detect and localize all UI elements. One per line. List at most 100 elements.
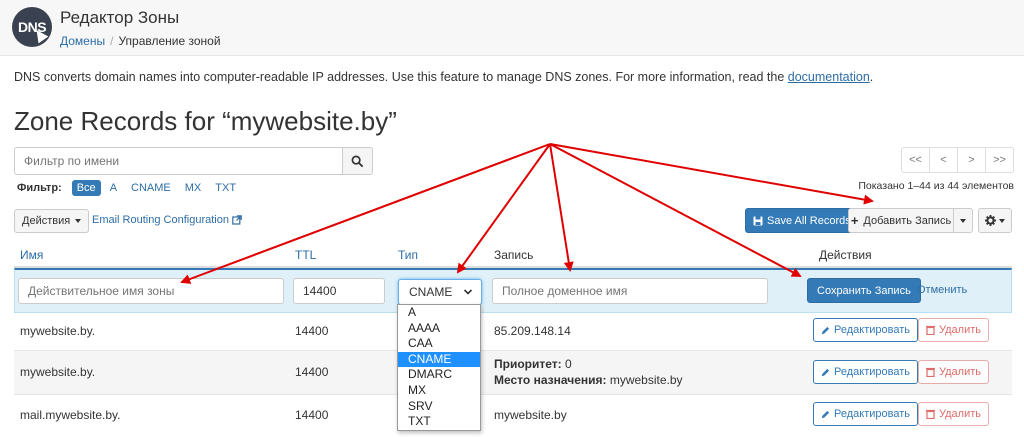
column-name-header[interactable]: Имя bbox=[20, 248, 43, 262]
zone-name-input[interactable] bbox=[18, 278, 284, 304]
top-bar: DNS Редактор Зоны Домены / Управление зоно… bbox=[0, 0, 1024, 56]
edit-button[interactable]: Редактировать bbox=[813, 360, 918, 384]
caret-down-icon bbox=[999, 218, 1005, 223]
table-row: mail.mywebsite.by. 14400 mywebsite.by Ре… bbox=[14, 395, 1012, 435]
record-ttl: 14400 bbox=[295, 365, 329, 379]
type-option-srv[interactable]: SRV bbox=[398, 399, 480, 415]
type-dropdown-list: A AAAA CAA CNAME DMARC MX SRV TXT bbox=[397, 304, 481, 431]
pencil-icon bbox=[821, 410, 830, 418]
record-value: mywebsite.by bbox=[494, 408, 567, 422]
documentation-link[interactable]: documentation bbox=[788, 70, 870, 84]
page-last-button[interactable]: >> bbox=[985, 147, 1014, 173]
annotation-arrow bbox=[549, 143, 874, 205]
description-text: DNS converts domain names into computer-… bbox=[14, 70, 788, 84]
record-destination: Место назначения: mywebsite.by bbox=[494, 373, 683, 387]
save-record-button[interactable]: Сохранить Запись bbox=[807, 278, 921, 303]
add-record-button[interactable]: + Добавить Запись bbox=[848, 208, 954, 233]
breadcrumb-domains-link[interactable]: Домены bbox=[60, 34, 105, 48]
dns-logo: DNS bbox=[12, 7, 52, 47]
breadcrumb-current: Управление зоной bbox=[118, 34, 221, 48]
column-actions-header: Действия bbox=[819, 248, 872, 262]
delete-button[interactable]: Удалить bbox=[918, 360, 989, 384]
type-option-caa[interactable]: CAA bbox=[398, 336, 480, 352]
actions-dropdown-button[interactable]: Действия bbox=[14, 209, 90, 233]
delete-label: Удалить bbox=[939, 408, 981, 420]
search-icon bbox=[351, 155, 364, 167]
delete-label: Удалить bbox=[939, 324, 981, 336]
page-title: Zone Records for “mywebsite.by” bbox=[14, 106, 397, 136]
page-prev-button[interactable]: < bbox=[929, 147, 958, 173]
type-filter-txt[interactable]: TXT bbox=[210, 180, 241, 196]
type-filter-cname[interactable]: CNAME bbox=[126, 180, 176, 196]
caret-down-icon bbox=[960, 218, 966, 223]
type-filter: Фильтр: Все A CNAME MX TXT bbox=[17, 180, 241, 196]
page-description: DNS converts domain names into computer-… bbox=[14, 70, 873, 84]
type-filter-all[interactable]: Все bbox=[71, 180, 101, 196]
type-option-aaaa[interactable]: AAAA bbox=[398, 321, 480, 337]
pencil-icon bbox=[821, 368, 830, 376]
priority-value: 0 bbox=[564, 357, 572, 371]
type-option-dmarc[interactable]: DMARC bbox=[398, 367, 480, 383]
pencil-icon bbox=[821, 326, 830, 334]
plus-icon: + bbox=[850, 213, 859, 228]
email-routing-link[interactable]: Email Routing Configuration bbox=[92, 214, 242, 226]
destination-value: mywebsite.by bbox=[609, 373, 683, 387]
column-type-header[interactable]: Тип bbox=[398, 248, 418, 262]
page-first-button[interactable]: << bbox=[901, 147, 930, 173]
new-record-row: CNAME Сохранить Запись Отменить bbox=[14, 268, 1012, 313]
app-title: Редактор Зоны bbox=[60, 8, 180, 27]
ttl-input[interactable] bbox=[293, 278, 385, 304]
type-filter-mx[interactable]: MX bbox=[180, 180, 207, 196]
type-option-txt[interactable]: TXT bbox=[398, 414, 480, 430]
type-select[interactable]: CNAME bbox=[398, 279, 482, 305]
record-name: mywebsite.by. bbox=[20, 365, 96, 379]
edit-button[interactable]: Редактировать bbox=[813, 318, 918, 342]
record-priority: Приоритет: 0 bbox=[494, 357, 572, 371]
external-link-icon bbox=[232, 215, 242, 225]
chevron-down-icon bbox=[463, 289, 473, 295]
table-row: mywebsite.by. 14400 Приоритет: 0 Место н… bbox=[14, 351, 1012, 395]
trash-icon bbox=[926, 325, 935, 335]
trash-icon bbox=[926, 367, 935, 377]
edit-button[interactable]: Редактировать bbox=[813, 402, 918, 426]
edit-label: Редактировать bbox=[834, 324, 910, 336]
record-ttl: 14400 bbox=[295, 408, 329, 422]
type-filter-label: Фильтр: bbox=[17, 182, 62, 194]
page-next-button[interactable]: > bbox=[957, 147, 986, 173]
record-value: 85.209.148.14 bbox=[494, 324, 571, 338]
email-routing-label: Email Routing Configuration bbox=[92, 214, 229, 226]
description-tail: . bbox=[869, 70, 874, 84]
floppy-icon bbox=[753, 216, 763, 225]
record-ttl: 14400 bbox=[295, 324, 329, 338]
type-option-a[interactable]: A bbox=[398, 305, 480, 321]
type-filter-a[interactable]: A bbox=[105, 180, 122, 196]
destination-label: Место назначения: bbox=[494, 373, 607, 387]
add-record-dropdown-toggle[interactable] bbox=[953, 208, 973, 233]
filter-group bbox=[14, 147, 373, 175]
save-all-records-button[interactable]: Save All Records bbox=[745, 208, 859, 233]
type-select-value: CNAME bbox=[409, 285, 453, 299]
cancel-link[interactable]: Отменить bbox=[917, 284, 967, 296]
add-record-label: Добавить Запись bbox=[863, 214, 952, 227]
edit-label: Редактировать bbox=[834, 408, 910, 420]
delete-button[interactable]: Удалить bbox=[918, 318, 989, 342]
settings-button[interactable] bbox=[978, 208, 1012, 233]
column-record-header: Запись bbox=[494, 248, 534, 262]
actions-label: Действия bbox=[22, 215, 71, 227]
priority-label: Приоритет: bbox=[494, 357, 562, 371]
record-name: mail.mywebsite.by. bbox=[20, 408, 121, 422]
filter-input[interactable] bbox=[14, 147, 342, 175]
breadcrumb: Домены / Управление зоной bbox=[60, 34, 221, 48]
edit-label: Редактировать bbox=[834, 366, 910, 378]
type-option-mx[interactable]: MX bbox=[398, 383, 480, 399]
type-option-cname[interactable]: CNAME bbox=[398, 351, 480, 368]
delete-button[interactable]: Удалить bbox=[918, 402, 989, 426]
search-button[interactable] bbox=[342, 147, 373, 175]
table-header: Имя TTL Тип Запись Действия bbox=[14, 240, 1012, 268]
trash-icon bbox=[926, 409, 935, 419]
record-name: mywebsite.by. bbox=[20, 324, 96, 338]
items-shown-text: Показано 1–44 из 44 элементов bbox=[858, 180, 1014, 192]
record-target-input[interactable] bbox=[492, 278, 768, 304]
delete-label: Удалить bbox=[939, 366, 981, 378]
column-ttl-header[interactable]: TTL bbox=[295, 248, 316, 262]
